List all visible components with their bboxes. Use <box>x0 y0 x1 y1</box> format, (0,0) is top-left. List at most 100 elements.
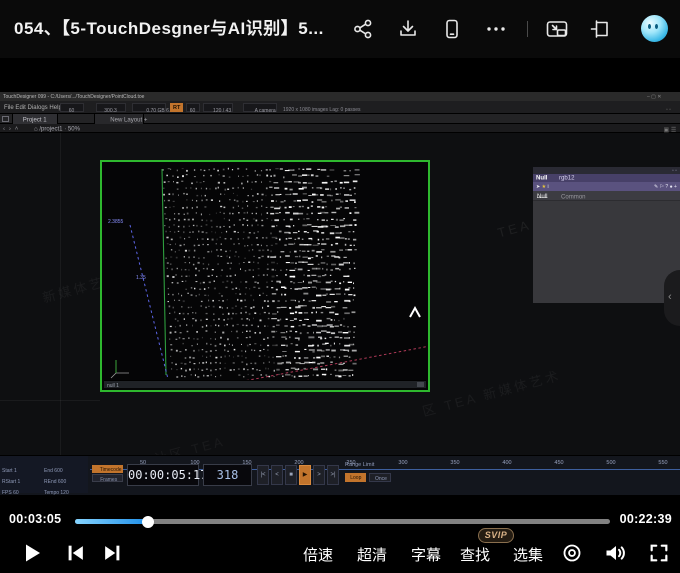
param-strip-glyphs: ▫ ▫ <box>672 168 677 174</box>
green-axis-line <box>162 169 166 375</box>
td-play-button: ▶ <box>299 465 311 485</box>
td-loop-toggle: Loop <box>345 473 366 482</box>
td-toolbar: ‹ › ˄ ⌂ /project1 · 50% ▣ ☰ <box>0 124 680 133</box>
td-realtime-badge: RT <box>170 103 183 112</box>
td-jump-end-button: >| <box>327 465 339 485</box>
td-timecode-display: 00:00:05:17 <box>127 464 199 486</box>
total-duration: 00:22:39 <box>620 512 672 526</box>
ruler-tick: 400 <box>499 459 516 465</box>
timecode-mode-badge: Timecode <box>92 465 123 473</box>
svip-badge: SVIP <box>478 528 514 543</box>
fullscreen-icon[interactable] <box>648 542 670 564</box>
screen-cast-icon[interactable] <box>588 17 612 41</box>
op-name-label: rgb12 <box>559 175 574 182</box>
video-title: 054、【5-TouchDesgner与AI识别】5... <box>14 0 324 58</box>
td-once-toggle: Once <box>369 473 391 482</box>
td-fps-field: 60 <box>69 108 75 113</box>
td-tab-square-icon <box>2 116 9 122</box>
next-episode-button[interactable] <box>101 542 124 564</box>
param-tab-active: Null <box>537 193 547 198</box>
watermark: 媒体艺术社区 TEA <box>90 431 227 455</box>
ruler-tick: 300 <box>395 459 412 465</box>
info-icon: i <box>547 184 548 190</box>
play-button[interactable] <box>20 541 44 565</box>
td-menu-items: File Edit Dialogs Help <box>4 104 62 110</box>
chevron-left-icon: ‹ <box>668 291 672 303</box>
td-toolbar-right-icons: ▣ ☰ <box>663 126 676 133</box>
timeline-fields: Start 1End 600 RStart 1REnd 600 FPS 60Te… <box>0 456 88 493</box>
td-tab-project1: Project 1 <box>12 114 58 124</box>
ruler-tick: 550 <box>655 459 672 465</box>
mobile-device-icon[interactable] <box>440 17 464 41</box>
download-icon[interactable] <box>396 17 420 41</box>
param-panel-icons: ➤ ★ i ✎ ⚐ ? ● + <box>533 182 680 191</box>
user-avatar[interactable] <box>641 15 668 42</box>
viewport-status-bar: null 1 <box>104 380 426 388</box>
playback-speed-button[interactable]: 倍速 <box>294 544 342 565</box>
watermark: 区 TEA 新媒体艺术 <box>420 365 563 420</box>
viewport-status-text: null 1 <box>107 383 119 389</box>
td-window-controls: ‒ ▢ ✕ <box>647 94 661 100</box>
pointcloud-render: 2.3855 1.35 <box>102 162 428 390</box>
progress-row: 00:03:05 00:22:39 <box>0 505 680 533</box>
settings-icon[interactable] <box>561 542 583 564</box>
ruler-tick: 350 <box>447 459 464 465</box>
param-left-icons: ➤ ★ i <box>536 184 549 190</box>
td-stop-button: ■ <box>285 465 297 485</box>
progress-fill <box>75 519 148 524</box>
episodes-button[interactable]: 选集 <box>504 544 552 565</box>
td-timeline-bar: 50 100 150 200 250 300 350 400 450 500 5… <box>0 455 680 495</box>
td-title-text: TouchDesigner 099 - C:/Users/.../TouchDe… <box>3 94 144 100</box>
viewport-status-box <box>417 382 424 387</box>
td-frame-display: 318 <box>203 464 252 486</box>
network-grid-vline <box>60 133 61 455</box>
current-time: 00:03:05 <box>9 512 61 526</box>
param-tab-common: Common <box>561 194 586 201</box>
td-jump-start-button: |< <box>257 465 269 485</box>
progress-bar[interactable] <box>75 519 610 524</box>
touchdesigner-frame: TouchDesigner 099 - C:/Users/.../TouchDe… <box>0 92 680 495</box>
playlist-drawer-handle[interactable]: ‹ <box>664 270 680 326</box>
blue-guide-line <box>130 225 168 379</box>
more-options-icon[interactable] <box>484 17 508 41</box>
subtitle-button[interactable]: 字幕 <box>402 544 450 565</box>
blue-measure-label: 2.3855 <box>108 219 124 225</box>
previous-episode-button[interactable] <box>64 542 87 564</box>
td-step-fwd-button: > <box>313 465 325 485</box>
range-limit-label: Range Limit <box>345 461 374 467</box>
blue-measure-label: 1.35 <box>136 275 146 281</box>
td-device-field: A camera <box>255 108 276 113</box>
volume-icon[interactable] <box>603 541 627 565</box>
td-resolution-text: 1920 x 1080 images Lag: 0 passes <box>283 107 361 113</box>
td-counter-field: 120 / 43 <box>213 108 231 113</box>
axis-gizmo <box>111 360 129 378</box>
td-frame-field: 300.3 <box>105 108 118 113</box>
td-network-editor: TEA 新媒体艺术社区 新媒体艺术社区 TEA 区 TEA 新媒体艺术 媒体艺术… <box>0 133 680 455</box>
player-header: 054、【5-TouchDesgner与AI识别】5... <box>0 0 680 58</box>
ruler-tick: 450 <box>551 459 568 465</box>
frames-mode-badge: Frames <box>92 474 123 482</box>
control-bar: 倍速 超清 字幕 查找 选集 SVIP <box>0 533 680 573</box>
cursor-caret <box>410 308 420 317</box>
ruler-tick: 500 <box>603 459 620 465</box>
picture-in-picture-icon[interactable] <box>545 17 569 41</box>
td-parameter-panel: ▫ ▫ Null rgb12 ➤ ★ i ✎ ⚐ ? ● + <box>533 167 680 303</box>
network-grid-hline <box>0 400 100 401</box>
find-button[interactable]: 查找 <box>451 544 499 565</box>
td-tabbar: Project 1 New Layout + <box>0 114 680 124</box>
video-surface[interactable]: TouchDesigner 099 - C:/Users/.../TouchDe… <box>0 58 680 505</box>
td-geometry-viewport: 2.3855 1.35 null 1 <box>100 160 430 392</box>
quality-button[interactable]: 超清 <box>348 544 396 565</box>
td-step-back-button: < <box>271 465 283 485</box>
td-menubar: File Edit Dialogs Help 60 300.3 0.70 GB … <box>0 101 680 114</box>
param-panel-body <box>533 201 680 303</box>
td-titlebar: TouchDesigner 099 - C:/Users/.../TouchDe… <box>0 92 680 101</box>
video-player-window: 054、【5-TouchDesgner与AI识别】5... <box>0 0 680 573</box>
share-icon[interactable] <box>351 17 375 41</box>
op-family-label: Null <box>536 175 547 182</box>
param-panel-tabs: Null Common <box>533 191 680 201</box>
td-tab-new-layout: New Layout + <box>94 114 144 124</box>
param-panel-strip: ▫ ▫ <box>533 167 680 174</box>
progress-handle[interactable] <box>142 516 154 528</box>
header-divider <box>527 21 528 37</box>
